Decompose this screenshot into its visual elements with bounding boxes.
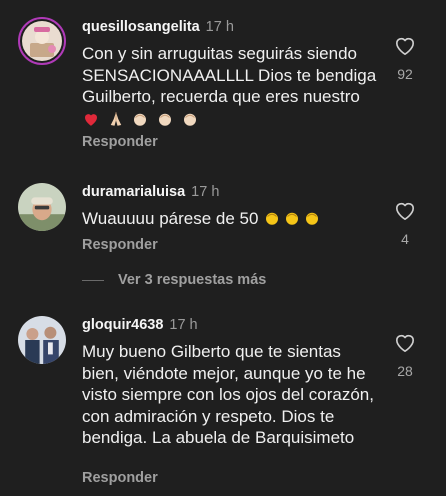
- reply-button[interactable]: Responder: [82, 237, 158, 253]
- like-block: 28: [386, 333, 424, 379]
- like-count: 28: [397, 363, 413, 379]
- emoji-row: [82, 109, 382, 131]
- like-count: 4: [401, 231, 409, 247]
- clapping-hands-icon: [266, 212, 279, 225]
- comment-body: Wuauuuu párese de 50: [82, 209, 259, 228]
- timestamp: 17 h: [205, 19, 234, 35]
- heart-outline-icon[interactable]: [394, 36, 416, 56]
- timestamp: 17 h: [191, 184, 220, 200]
- clapping-hands-icon: [286, 212, 299, 225]
- avatar-image: [18, 316, 66, 364]
- view-more-replies-label: Ver 3 respuestas más: [118, 272, 267, 288]
- clapping-hands-icon: [183, 113, 196, 126]
- comment-body: Con y sin arruguitas seguirás siendo SEN…: [82, 44, 377, 106]
- comment-meta: gloquir4638 17 h: [82, 316, 198, 334]
- clapping-hands-icon: [306, 212, 319, 225]
- avatar[interactable]: [18, 316, 66, 364]
- avatar[interactable]: [18, 17, 66, 65]
- avatar-image: [22, 21, 62, 61]
- reply-button[interactable]: Responder: [82, 470, 158, 486]
- clapping-hands-icon: [134, 113, 147, 126]
- clapping-hands-icon: [159, 113, 172, 126]
- praying-hands-icon: [110, 111, 121, 126]
- heart-icon: [85, 113, 97, 126]
- username[interactable]: quesillosangelita: [82, 19, 200, 35]
- avatar[interactable]: [18, 183, 66, 231]
- like-block: 4: [386, 201, 424, 247]
- timestamp: 17 h: [169, 317, 198, 333]
- comment-text: Muy bueno Gilberto que te sientas bien, …: [82, 341, 382, 449]
- username[interactable]: gloquir4638: [82, 317, 163, 333]
- username[interactable]: duramarialuisa: [82, 184, 185, 200]
- heart-outline-icon[interactable]: [394, 333, 416, 353]
- divider-line: [82, 279, 104, 281]
- comment-meta: quesillosangelita 17 h: [82, 18, 234, 36]
- comments-feed: quesillosangelita 17 h Con y sin arruguit…: [0, 0, 446, 496]
- like-block: 92: [386, 36, 424, 82]
- comment-text: Wuauuuu párese de 50: [82, 208, 382, 230]
- view-more-replies[interactable]: Ver 3 respuestas más: [82, 272, 266, 288]
- comment-meta: duramarialuisa 17 h: [82, 183, 219, 201]
- avatar-image: [18, 183, 66, 231]
- heart-outline-icon[interactable]: [394, 201, 416, 221]
- like-count: 92: [397, 66, 413, 82]
- comment-text: Con y sin arruguitas seguirás siendo SEN…: [82, 43, 382, 130]
- reply-button[interactable]: Responder: [82, 134, 158, 150]
- comment-body: Muy bueno Gilberto que te sientas bien, …: [82, 342, 374, 447]
